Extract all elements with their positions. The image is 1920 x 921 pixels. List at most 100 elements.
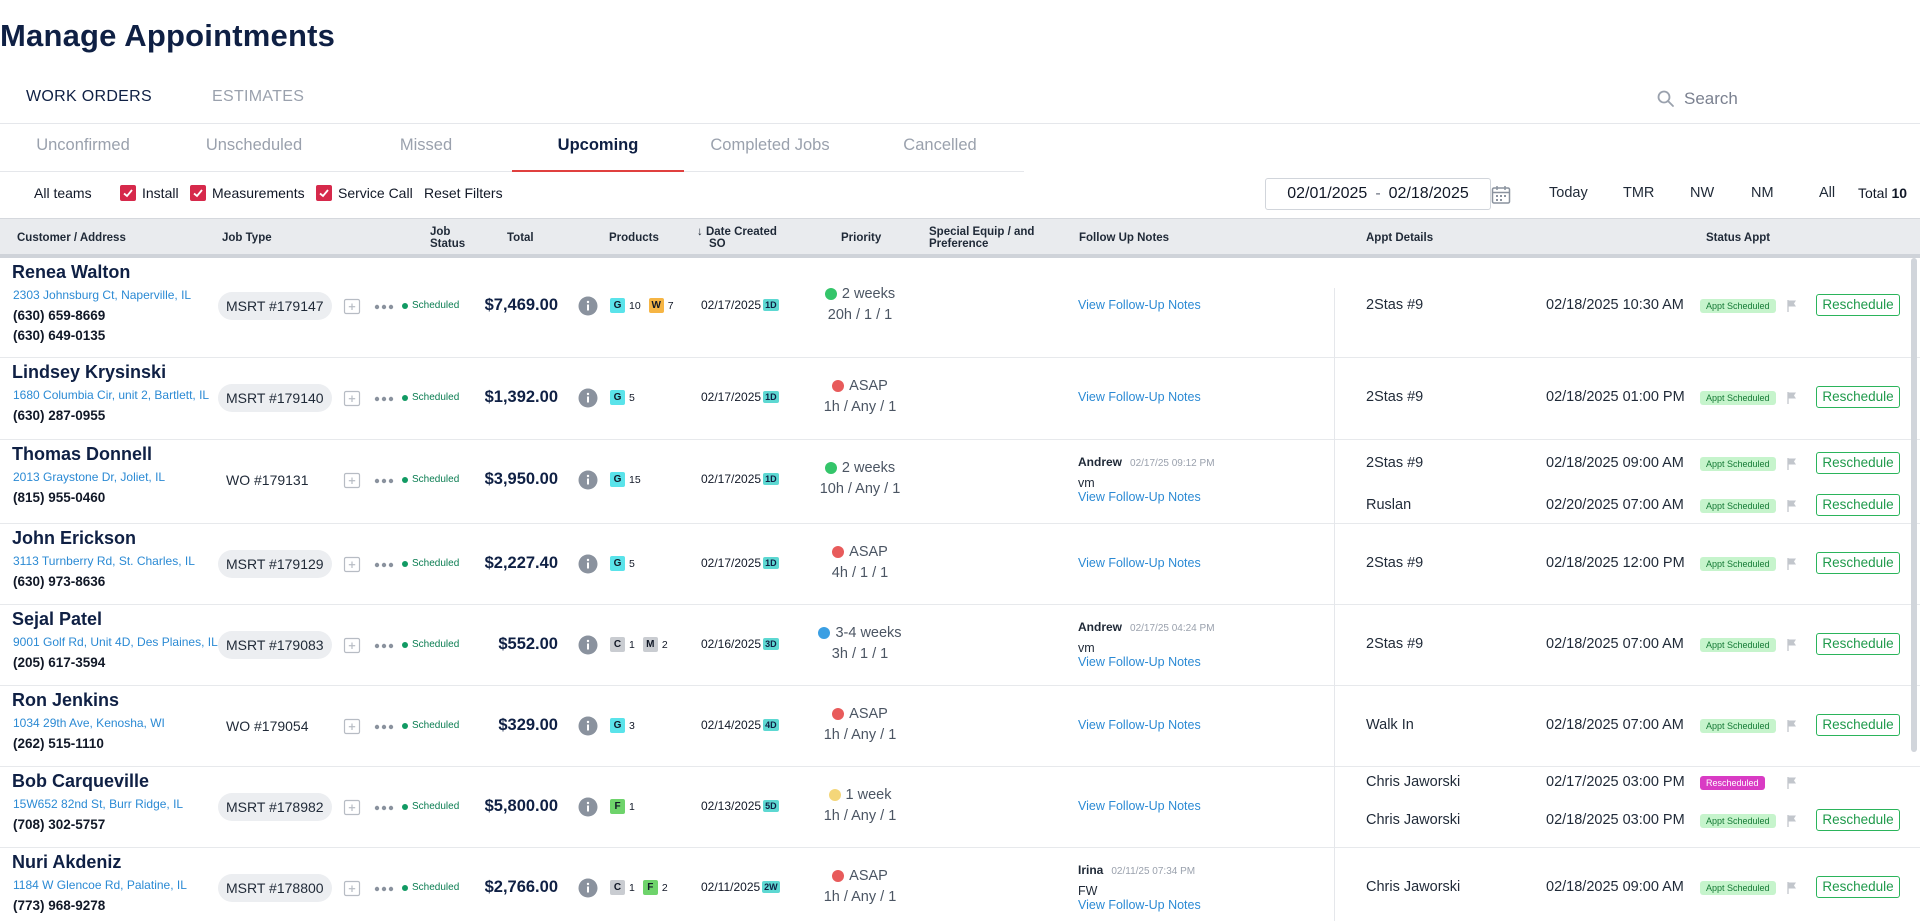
col-date-created[interactable]: ↓ Date Created SO	[697, 226, 777, 250]
tab-completed-jobs[interactable]: Completed Jobs	[684, 124, 856, 172]
teams-filter[interactable]: All teams	[34, 185, 92, 201]
search-input[interactable]	[1684, 89, 1864, 109]
search-box[interactable]	[1656, 84, 1896, 114]
flag-icon[interactable]	[1786, 776, 1798, 790]
info-icon[interactable]	[578, 797, 598, 817]
quick-nw[interactable]: NW	[1690, 185, 1714, 201]
info-icon[interactable]	[578, 388, 598, 408]
service-call-filter[interactable]: Service Call	[316, 185, 413, 201]
reschedule-button[interactable]: Reschedule	[1816, 714, 1900, 736]
date-range-field[interactable]: 02/01/2025 - 02/18/2025	[1265, 178, 1491, 210]
view-follow-up-link[interactable]: View Follow-Up Notes	[1078, 490, 1215, 504]
customer-phone[interactable]: (630) 287-0955	[13, 408, 105, 423]
table-row[interactable]: Ron Jenkins 1034 29th Ave, Kenosha, WI (26…	[0, 686, 1920, 767]
col-status-appt[interactable]: Status Appt	[1706, 232, 1770, 244]
job-number[interactable]: MSRT #179147	[218, 292, 332, 320]
reschedule-button[interactable]: Reschedule	[1816, 386, 1900, 408]
add-calendar-icon[interactable]	[343, 471, 361, 489]
add-calendar-icon[interactable]	[343, 636, 361, 654]
flag-icon[interactable]	[1786, 638, 1798, 652]
quick-tmr[interactable]: TMR	[1623, 185, 1654, 201]
view-follow-up-link[interactable]: View Follow-Up Notes	[1078, 799, 1201, 813]
add-calendar-icon[interactable]	[343, 717, 361, 735]
customer-name[interactable]: Thomas Donnell	[12, 444, 152, 465]
add-calendar-icon[interactable]	[343, 389, 361, 407]
customer-name[interactable]: Lindsey Krysinski	[12, 362, 166, 383]
info-icon[interactable]	[578, 716, 598, 736]
more-options-icon[interactable]	[373, 884, 395, 894]
view-follow-up-link[interactable]: View Follow-Up Notes	[1078, 298, 1201, 312]
customer-address[interactable]: 1184 W Glencoe Rd, Palatine, IL	[13, 878, 187, 892]
more-options-icon[interactable]	[373, 641, 395, 651]
job-number[interactable]: WO #179054	[226, 712, 309, 740]
measurements-filter[interactable]: Measurements	[190, 185, 305, 201]
tab-work-orders[interactable]: WORK ORDERS	[26, 88, 152, 106]
more-options-icon[interactable]	[373, 722, 395, 732]
tab-upcoming[interactable]: Upcoming	[512, 124, 684, 172]
scrollbar[interactable]	[1911, 258, 1917, 752]
more-options-icon[interactable]	[373, 560, 395, 570]
col-job-type[interactable]: Job Type	[222, 232, 272, 244]
reschedule-button[interactable]: Reschedule	[1816, 452, 1900, 474]
reset-filters-button[interactable]: Reset Filters	[424, 185, 503, 201]
customer-phone[interactable]: (708) 302-5757	[13, 817, 105, 832]
more-options-icon[interactable]	[373, 803, 395, 813]
tab-cancelled[interactable]: Cancelled	[856, 124, 1024, 172]
col-follow-up[interactable]: Follow Up Notes	[1079, 232, 1169, 244]
tab-estimates[interactable]: ESTIMATES	[212, 88, 304, 106]
reschedule-button[interactable]: Reschedule	[1816, 876, 1900, 898]
job-number[interactable]: WO #179131	[226, 466, 309, 494]
job-number[interactable]: MSRT #179129	[218, 550, 332, 578]
install-filter[interactable]: Install	[120, 185, 179, 201]
flag-icon[interactable]	[1786, 499, 1798, 513]
add-calendar-icon[interactable]	[343, 555, 361, 573]
customer-address[interactable]: 1680 Columbia Cir, unit 2, Bartlett, IL	[13, 388, 209, 402]
table-row[interactable]: Thomas Donnell 2013 Graystone Dr, Joliet,…	[0, 440, 1920, 524]
reschedule-button[interactable]: Reschedule	[1816, 294, 1900, 316]
install-checkbox[interactable]	[120, 185, 136, 201]
customer-phone[interactable]: (815) 955-0460	[13, 490, 105, 505]
add-calendar-icon[interactable]	[343, 297, 361, 315]
customer-name[interactable]: Ron Jenkins	[12, 690, 119, 711]
col-job-status[interactable]: Job Status	[430, 226, 465, 250]
measurements-checkbox[interactable]	[190, 185, 206, 201]
customer-address[interactable]: 1034 29th Ave, Kenosha, WI	[13, 716, 165, 730]
table-row[interactable]: Nuri Akdeniz 1184 W Glencoe Rd, Palatine,…	[0, 848, 1920, 921]
flag-icon[interactable]	[1786, 557, 1798, 571]
flag-icon[interactable]	[1786, 391, 1798, 405]
customer-address[interactable]: 9001 Golf Rd, Unit 4D, Des Plaines, IL	[13, 635, 218, 649]
col-customer[interactable]: Customer / Address	[17, 232, 126, 244]
col-special-equip[interactable]: Special Equip / and Preference	[929, 226, 1034, 250]
view-follow-up-link[interactable]: View Follow-Up Notes	[1078, 655, 1215, 669]
col-total[interactable]: Total	[507, 232, 534, 244]
col-products[interactable]: Products	[609, 232, 659, 244]
flag-icon[interactable]	[1786, 299, 1798, 313]
customer-name[interactable]: John Erickson	[12, 528, 136, 549]
flag-icon[interactable]	[1786, 457, 1798, 471]
col-appt-details[interactable]: Appt Details	[1366, 232, 1433, 244]
customer-name[interactable]: Renea Walton	[12, 262, 130, 283]
more-options-icon[interactable]	[373, 476, 395, 486]
view-follow-up-link[interactable]: View Follow-Up Notes	[1078, 556, 1201, 570]
more-options-icon[interactable]	[373, 302, 395, 312]
customer-phone[interactable]: (630) 659-8669	[13, 308, 105, 323]
customer-name[interactable]: Sejal Patel	[12, 609, 102, 630]
customer-address[interactable]: 3113 Turnberry Rd, St. Charles, IL	[13, 554, 195, 568]
view-follow-up-link[interactable]: View Follow-Up Notes	[1078, 390, 1201, 404]
col-priority[interactable]: Priority	[841, 232, 881, 244]
customer-phone[interactable]: (630) 649-0135	[13, 328, 105, 343]
tab-missed[interactable]: Missed	[340, 124, 512, 172]
flag-icon[interactable]	[1786, 719, 1798, 733]
info-icon[interactable]	[578, 878, 598, 898]
job-number[interactable]: MSRT #178982	[218, 793, 332, 821]
customer-address[interactable]: 2303 Johnsburg Ct, Naperville, IL	[13, 288, 191, 302]
customer-phone[interactable]: (630) 973-8636	[13, 574, 105, 589]
add-calendar-icon[interactable]	[343, 879, 361, 897]
quick-today[interactable]: Today	[1549, 185, 1588, 201]
tab-unconfirmed[interactable]: Unconfirmed	[0, 124, 166, 172]
more-options-icon[interactable]	[373, 394, 395, 404]
view-follow-up-link[interactable]: View Follow-Up Notes	[1078, 898, 1201, 912]
job-number[interactable]: MSRT #178800	[218, 874, 332, 902]
customer-phone[interactable]: (205) 617-3594	[13, 655, 105, 670]
info-icon[interactable]	[578, 635, 598, 655]
